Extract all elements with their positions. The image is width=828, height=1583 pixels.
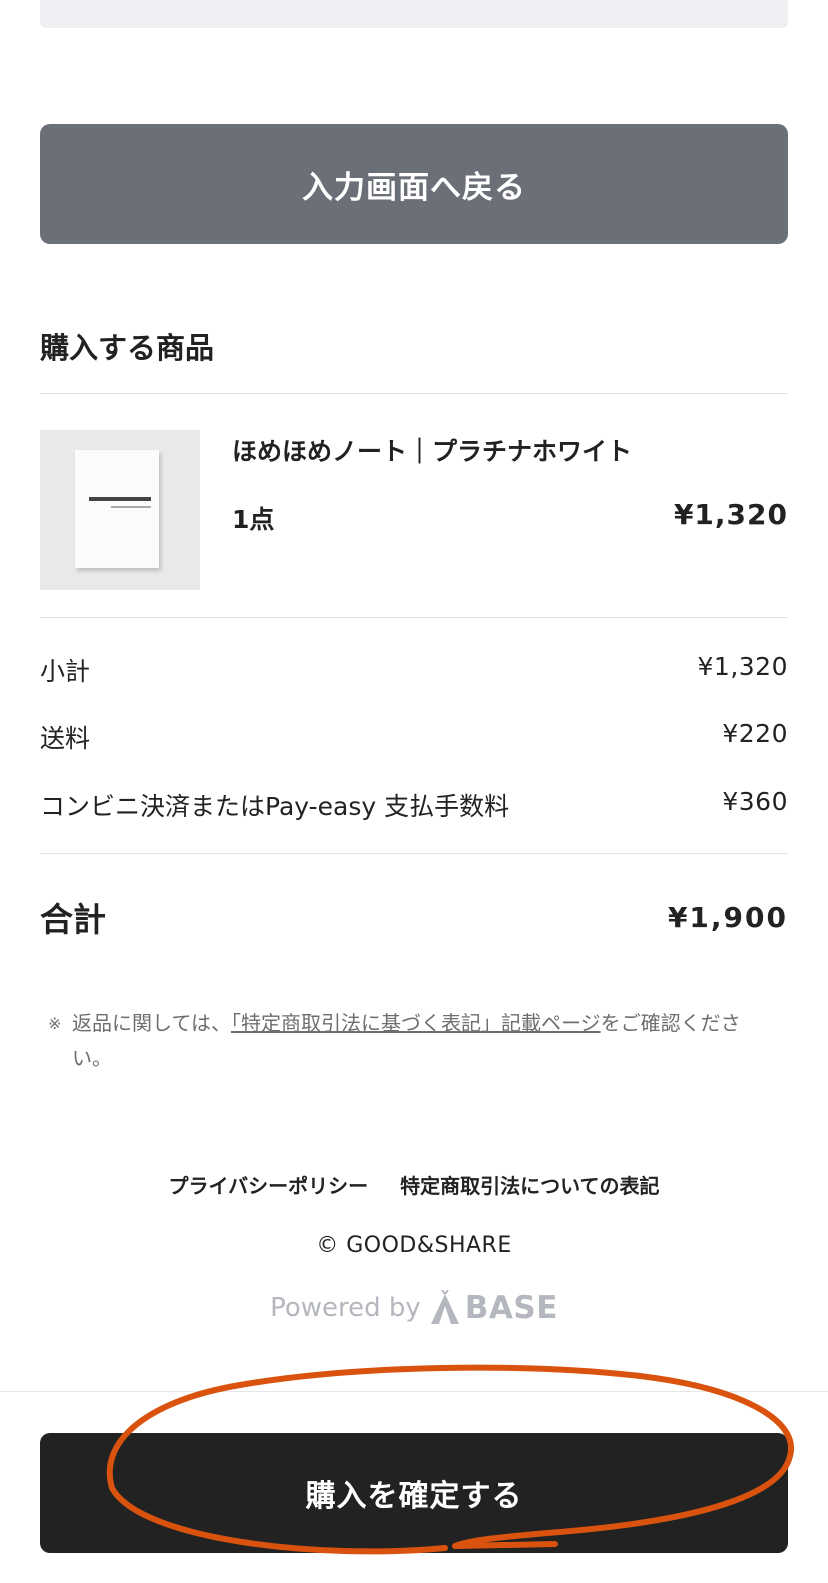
summary-value: ¥360 (722, 787, 788, 816)
confirm-purchase-label: 購入を確定する (305, 1479, 523, 1514)
powered-by-label: Powered by (270, 1293, 421, 1323)
return-policy-note: ※ 返品に関しては、「特定商取引法に基づく表記」記載ページをご確認ください。 (48, 1006, 778, 1076)
privacy-policy-link[interactable]: プライバシーポリシー (168, 1170, 368, 1199)
summary-label: 小計 (40, 657, 91, 686)
total-row: 合計 ¥1,900 (40, 893, 788, 941)
product-quantity: 1点 (232, 505, 275, 534)
legal-notice-link[interactable]: 「特定商取引法に基づく表記」記載ページ (231, 1011, 601, 1035)
section-title: 購入する商品 (40, 331, 215, 365)
total-value: ¥1,900 (667, 900, 788, 934)
legal-notice-footer-link[interactable]: 特定商取引法についての表記 (400, 1170, 659, 1199)
total-label: 合計 (40, 900, 106, 939)
summary-row-shipping: 送料 ¥220 (40, 719, 788, 755)
powered-by-base[interactable]: Powered by BASE (0, 1290, 828, 1326)
confirm-purchase-button[interactable]: 購入を確定する (40, 1433, 788, 1553)
back-to-input-label: 入力画面へ戻る (302, 169, 526, 206)
top-panel-edge (40, 0, 788, 28)
note-mark: ※ (48, 1014, 62, 1033)
product-price: ¥1,320 (673, 498, 788, 531)
summary-value: ¥220 (722, 719, 788, 748)
summary-row-subtotal: 小計 ¥1,320 (40, 652, 788, 688)
base-logo: BASE (429, 1290, 558, 1326)
product-thumbnail (40, 430, 200, 590)
summary-row-payment-fee: コンビニ決済またはPay-easy 支払手数料 ¥360 (40, 787, 788, 823)
divider (40, 853, 788, 854)
base-brand-text: BASE (464, 1290, 558, 1326)
copyright: © GOOD&SHARE (316, 1233, 512, 1258)
footer-links: プライバシーポリシー 特定商取引法についての表記 (0, 1170, 828, 1199)
summary-label: コンビニ決済またはPay-easy 支払手数料 (40, 792, 510, 821)
summary-label: 送料 (40, 724, 91, 753)
base-tent-icon (430, 1290, 459, 1324)
notebook-image (75, 450, 159, 568)
divider (40, 617, 788, 618)
back-to-input-button[interactable]: 入力画面へ戻る (40, 124, 788, 244)
bottom-bar-divider (0, 1391, 828, 1392)
summary-value: ¥1,320 (697, 652, 788, 681)
divider (40, 393, 788, 394)
product-name: ほめほめノート｜プラチナホワイト (232, 437, 633, 466)
note-prefix: 返品に関しては、 (72, 1011, 231, 1035)
